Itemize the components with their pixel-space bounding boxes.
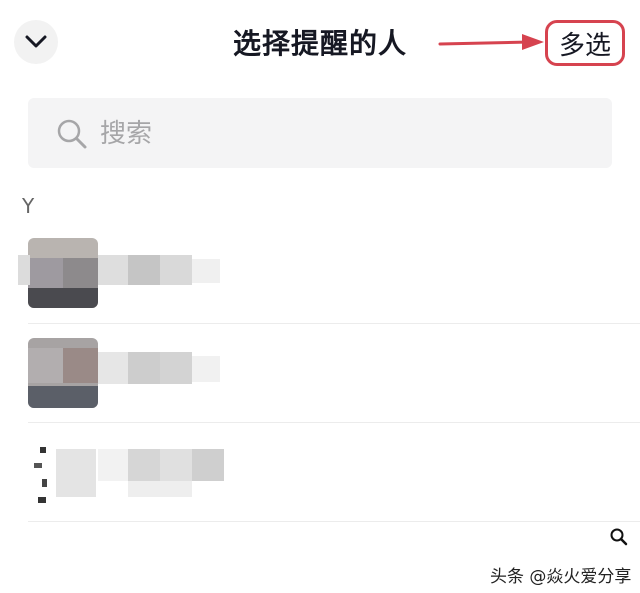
search-icon xyxy=(610,528,628,546)
search-input[interactable] xyxy=(98,114,582,154)
avatar xyxy=(28,238,98,308)
header: 选择提醒的人 多选 xyxy=(0,0,640,88)
contact-row[interactable] xyxy=(0,225,640,325)
contact-row[interactable] xyxy=(0,423,640,523)
row-divider xyxy=(28,521,640,522)
contact-row[interactable] xyxy=(0,324,640,424)
search-icon xyxy=(57,119,87,149)
watermark: 头条 @焱火爱分享 xyxy=(490,567,632,587)
section-index-letter: Y xyxy=(22,194,35,218)
annotation-arrow xyxy=(438,34,544,50)
multi-select-button[interactable]: 多选 xyxy=(545,20,625,66)
search-bar[interactable] xyxy=(28,98,612,168)
avatar xyxy=(28,338,98,408)
